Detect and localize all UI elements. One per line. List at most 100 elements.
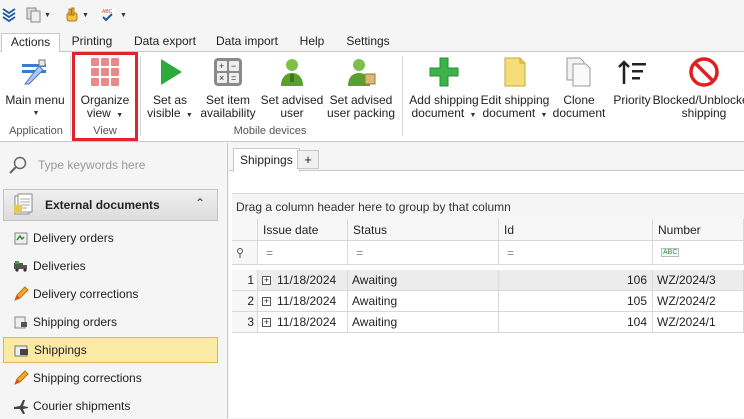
sidebar-item-courier-shipments[interactable]: Courier shipments <box>3 393 218 419</box>
set-item-availability-button[interactable]: + − × = Set item availability <box>200 56 256 120</box>
chevron-down-icon: ▼ <box>32 110 40 117</box>
search-input[interactable]: Type keywords here <box>38 158 145 172</box>
tab-actions[interactable]: Actions <box>1 33 60 53</box>
highlight-box <box>72 52 138 141</box>
filter-number[interactable]: ABC <box>653 241 744 265</box>
priority-button[interactable]: Priority <box>610 56 654 107</box>
sidebar-item-label: Shipping orders <box>33 315 118 329</box>
external-documents-group-header[interactable]: External documents ⌃ <box>3 189 218 221</box>
expand-icon[interactable]: + <box>262 296 271 306</box>
copy-icon[interactable]: ▼ <box>26 6 51 24</box>
table-row[interactable]: 1 +11/18/2024 Awaiting 106 WZ/2024/3 <box>232 270 744 291</box>
add-shipping-document-button[interactable]: Add shipping document ▼ <box>409 56 479 122</box>
spellcheck-icon[interactable]: ABC ▼ <box>100 6 127 24</box>
sidebar-item-label: Delivery orders <box>33 231 114 245</box>
search-box[interactable]: Type keywords here <box>8 155 145 175</box>
group-separator <box>140 56 141 136</box>
cell-id: 106 <box>499 270 653 291</box>
user-packing-icon <box>345 56 377 88</box>
shippings-icon <box>14 345 28 357</box>
cell-status: Awaiting <box>348 270 499 291</box>
tab-data-export[interactable]: Data export <box>130 33 200 52</box>
main-menu-button[interactable]: Main menu ▼ <box>4 56 66 120</box>
edit-shipping-document-button[interactable]: Edit shipping document ▼ <box>481 56 549 122</box>
ribbon-tabs: Actions Printing Data export Data import… <box>0 30 744 53</box>
set-item-availability-label-2: availability <box>200 106 256 120</box>
sidebar-item-delivery-orders[interactable]: Delivery orders <box>3 225 218 251</box>
cell-number: WZ/2024/2 <box>653 291 744 312</box>
set-advised-user-button[interactable]: Set advised user <box>261 56 323 120</box>
cell-status: Awaiting <box>348 312 499 333</box>
filter-issue-date[interactable]: = <box>258 241 348 265</box>
tab-help[interactable]: Help <box>295 33 329 52</box>
cell-number: WZ/2024/1 <box>653 312 744 333</box>
filter-id[interactable]: = <box>499 241 653 265</box>
set-as-visible-label-2: visible ▼ <box>147 106 193 120</box>
cell-issue-date: +11/18/2024 <box>258 312 348 333</box>
grid-header-row: Issue date Status Id Number <box>232 219 744 241</box>
add-tab-button[interactable]: + <box>297 150 319 169</box>
sidebar-item-delivery-corrections[interactable]: Delivery corrections <box>3 281 218 307</box>
group-separator <box>70 56 71 136</box>
main-panel: Shippings + Drag a column header here to… <box>229 143 744 418</box>
sidebar-item-shipping-orders[interactable]: Shipping orders <box>3 309 218 335</box>
clone-document-button[interactable]: Clone document <box>552 56 606 120</box>
sidebar-item-label: Deliveries <box>33 259 86 273</box>
delivery-orders-icon <box>14 232 28 245</box>
pencil-icon <box>14 286 29 301</box>
cell-issue-date: +11/18/2024 <box>258 270 348 291</box>
text-filter-icon: ABC <box>661 248 680 257</box>
row-indicator-header <box>232 219 258 241</box>
blocked-unblocked-label-2: shipping <box>681 106 727 120</box>
column-header-issue-date[interactable]: Issue date <box>258 219 348 241</box>
tab-shippings[interactable]: Shippings <box>233 148 300 172</box>
group-separator <box>402 56 403 136</box>
svg-text:×: × <box>219 73 224 83</box>
expand-icon[interactable]: + <box>262 317 271 327</box>
blocked-unblocked-shipping-button[interactable]: Blocked/Unblocked shipping <box>653 56 744 120</box>
table-row[interactable]: 3 +11/18/2024 Awaiting 104 WZ/2024/1 <box>232 312 744 333</box>
calculator-icon: + − × = <box>212 56 244 88</box>
user-icon <box>276 56 308 88</box>
sidebar-item-shippings[interactable]: Shippings <box>3 337 218 363</box>
priority-label: Priority <box>613 93 651 107</box>
expand-icon[interactable]: + <box>262 275 271 285</box>
tab-data-import[interactable]: Data import <box>214 33 280 52</box>
app-menu-icon[interactable] <box>2 6 16 24</box>
filter-row: = = = ABC <box>232 241 744 265</box>
clone-icon <box>563 56 595 88</box>
chevron-up-icon[interactable]: ⌃ <box>195 196 205 210</box>
filter-status[interactable]: = <box>348 241 499 265</box>
shippings-grid: Issue date Status Id Number = = = ABC 1 … <box>232 219 744 418</box>
airplane-icon <box>14 400 28 414</box>
filter-icon <box>232 241 258 265</box>
column-header-id[interactable]: Id <box>499 219 653 241</box>
sort-priority-icon <box>616 56 648 88</box>
group-title: External documents <box>45 198 160 212</box>
column-header-number[interactable]: Number <box>653 219 744 241</box>
row-number: 2 <box>232 291 258 312</box>
pencil-icon <box>14 370 29 385</box>
tab-settings[interactable]: Settings <box>342 33 394 52</box>
sidebar-item-shipping-corrections[interactable]: Shipping corrections <box>3 365 218 391</box>
column-header-status[interactable]: Status <box>348 219 499 241</box>
set-advised-user-label-2: user <box>280 106 304 120</box>
sidebar-item-deliveries[interactable]: Deliveries <box>3 253 218 279</box>
row-number: 1 <box>232 270 258 291</box>
table-row[interactable]: 2 +11/18/2024 Awaiting 105 WZ/2024/2 <box>232 291 744 312</box>
main-menu-label: Main menu <box>5 93 65 107</box>
search-icon <box>9 156 27 174</box>
set-advised-user-packing-label-2: user packing <box>326 106 396 120</box>
edit-shipping-document-label-2: document ▼ <box>482 106 548 120</box>
cell-issue-date: +11/18/2024 <box>258 291 348 312</box>
clone-document-label-2: document <box>552 106 606 120</box>
set-advised-user-packing-button[interactable]: Set advised user packing <box>326 56 396 120</box>
hand-tool-icon[interactable]: ▼ <box>64 6 89 24</box>
tab-printing[interactable]: Printing <box>66 33 118 52</box>
group-by-panel[interactable]: Drag a column header here to group by th… <box>232 193 744 219</box>
svg-text:−: − <box>231 61 236 71</box>
set-as-visible-button[interactable]: Set as visible ▼ <box>145 56 195 122</box>
plus-icon <box>428 56 460 88</box>
cell-id: 105 <box>499 291 653 312</box>
documents-icon <box>14 193 33 215</box>
